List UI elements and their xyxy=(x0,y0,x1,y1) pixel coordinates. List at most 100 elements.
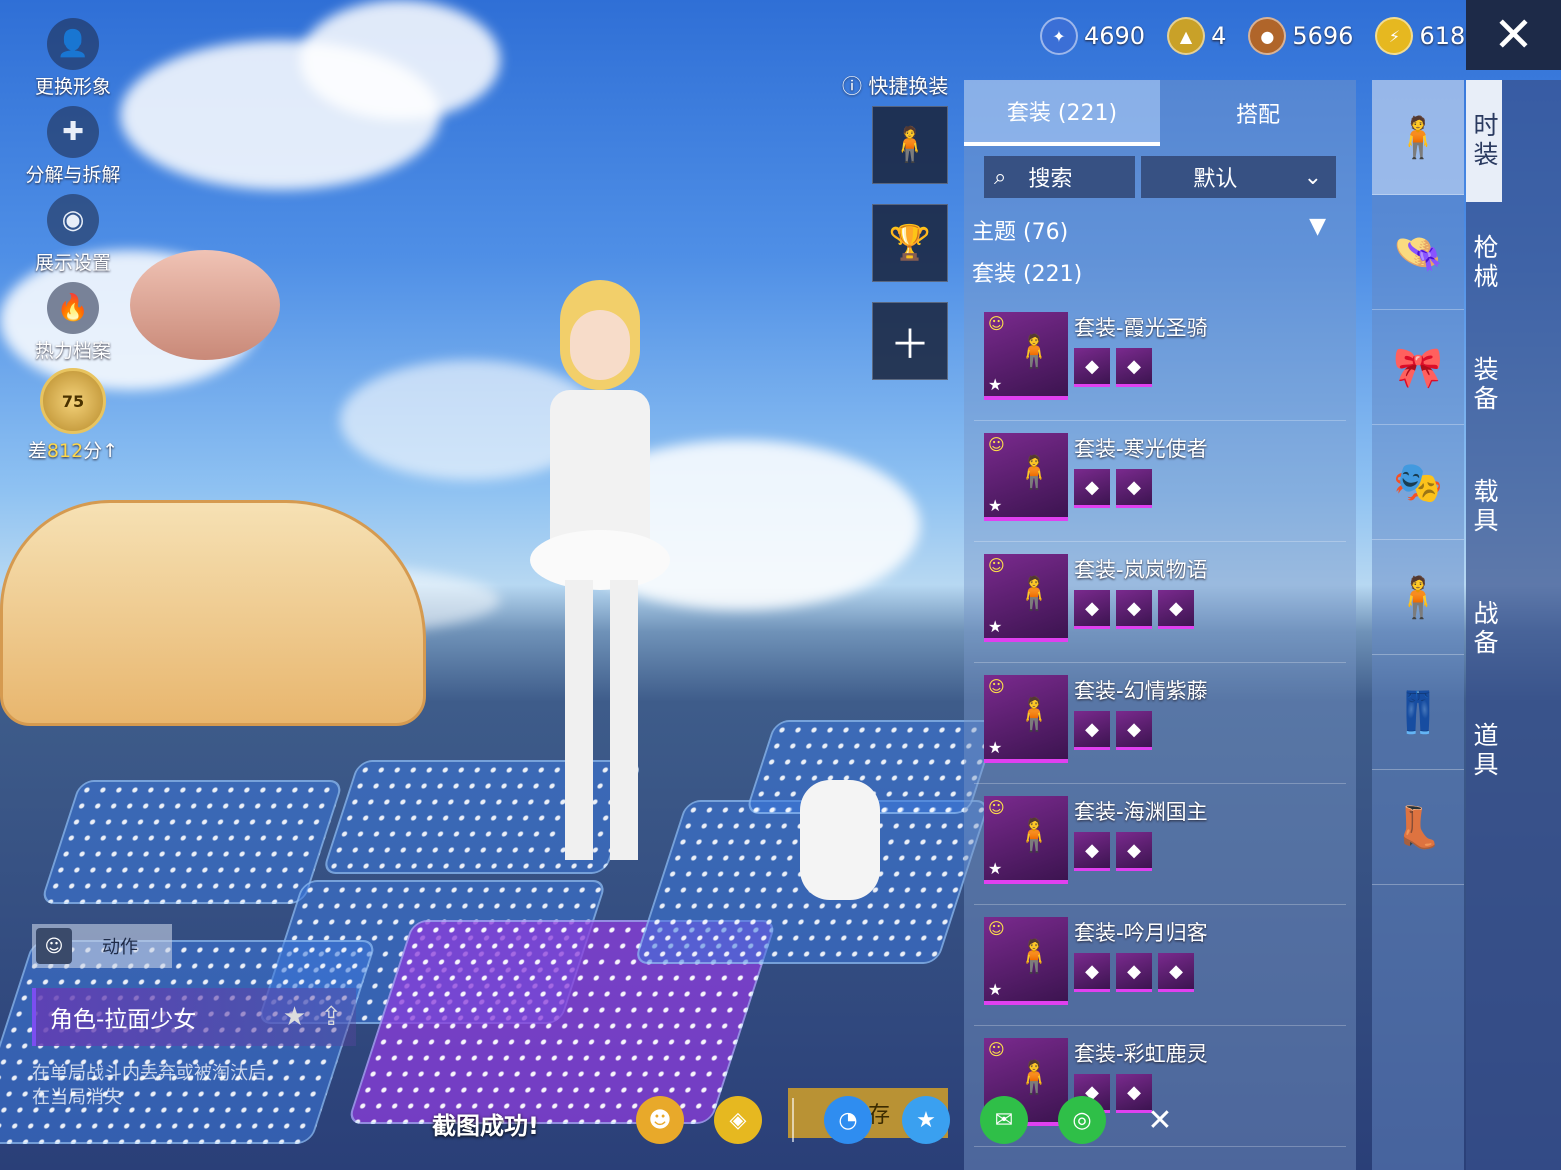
tab-match[interactable]: 搭配 xyxy=(1160,80,1356,146)
part-thumbnail[interactable]: ◆ xyxy=(1158,590,1194,629)
display-settings-button[interactable]: ◉ 展示设置 xyxy=(18,194,128,275)
category-icon-hair[interactable]: 👒 xyxy=(1372,195,1464,310)
share-profile-button[interactable]: ☻ xyxy=(636,1096,684,1144)
set-thumbnail: ☺ 🧍 ★ xyxy=(984,675,1068,763)
rank-prefix: 差 xyxy=(27,440,47,462)
arrow-up-icon: ↑ xyxy=(102,440,119,462)
part-thumbnail[interactable]: ◆ xyxy=(1074,953,1110,992)
outfit-figure-icon: 🧍 xyxy=(1014,453,1054,491)
part-thumbnail[interactable]: ◆ xyxy=(1074,711,1110,750)
close-icon: ✕ xyxy=(1147,1102,1173,1138)
rank-suffix: 分 xyxy=(83,440,103,462)
tab-sets[interactable]: 套装 (221) xyxy=(964,80,1160,146)
tab-items[interactable]: 道具 xyxy=(1466,690,1502,812)
category-icon-outfit[interactable]: 🧍 xyxy=(1372,80,1464,195)
category-icon-mask[interactable]: 🎭 xyxy=(1372,425,1464,540)
change-avatar-button[interactable]: 👤 更换形象 xyxy=(18,18,128,99)
star-icon: ★ xyxy=(988,375,1003,394)
set-thumbnail: ☺ 🧍 ★ xyxy=(984,554,1068,642)
currency-4[interactable]: ⚡ 6180 xyxy=(1375,17,1481,55)
coin-bronze-icon: ● xyxy=(1248,17,1287,55)
outfit-figure-icon: 🧍 xyxy=(1014,332,1054,370)
share-close-button[interactable]: ✕ xyxy=(1136,1096,1184,1144)
tab-fashion[interactable]: 时装 xyxy=(1466,80,1502,202)
share-qq-button[interactable]: ◔ xyxy=(824,1096,872,1144)
part-thumbnail[interactable]: ◆ xyxy=(1116,590,1152,629)
search-row: ⌕ 搜索 默认 ⌄ xyxy=(984,156,1336,198)
theme-filter[interactable]: 主题 (76) ▼ xyxy=(972,214,1326,245)
search-input[interactable]: ⌕ 搜索 xyxy=(984,156,1136,198)
pig-balloon xyxy=(130,250,280,360)
part-thumbnail[interactable]: ◆ xyxy=(1158,953,1194,992)
list-item[interactable]: ☺ 🧍 ★ 套装-海渊国主 ◆ ◆ xyxy=(974,784,1346,905)
divider xyxy=(792,1098,794,1142)
outfit-figure-icon: 🧍 xyxy=(1014,816,1054,854)
part-thumbnail[interactable]: ◆ xyxy=(1074,590,1110,629)
favorite-icon[interactable]: ★ xyxy=(283,1002,306,1032)
quick-slot-add[interactable]: ＋ xyxy=(872,302,948,380)
share-moments-button[interactable]: ◎ xyxy=(1058,1096,1106,1144)
quick-swap-title[interactable]: ⓘ 快捷换装 xyxy=(842,70,948,99)
smile-icon: ☺ xyxy=(988,1040,1005,1059)
part-thumbnail[interactable]: ◆ xyxy=(1116,953,1152,992)
list-item[interactable]: ☺ 🧍 ★ 套装-吟月归客 ◆ ◆ ◆ xyxy=(974,905,1346,1026)
share-game-button[interactable]: ◈ xyxy=(714,1096,762,1144)
eye-icon: ◉ xyxy=(47,194,99,246)
help-icon: ⓘ xyxy=(842,74,862,98)
tab-battle-prep[interactable]: 战备 xyxy=(1466,568,1502,690)
category-icon-pants[interactable]: 👖 xyxy=(1372,655,1464,770)
part-thumbnail[interactable]: ◆ xyxy=(1074,469,1110,508)
triangle-down-icon: ▼ xyxy=(1309,214,1326,239)
part-thumbnail[interactable]: ◆ xyxy=(1074,348,1110,387)
tab-vehicles[interactable]: 载具 xyxy=(1466,446,1502,568)
share-qzone-button[interactable]: ★ xyxy=(902,1096,950,1144)
close-button[interactable]: ✕ xyxy=(1466,0,1561,70)
quick-slot-outfit[interactable]: 🧍 xyxy=(872,106,948,184)
sort-dropdown[interactable]: 默认 ⌄ xyxy=(1141,156,1336,198)
quick-slot-locked[interactable]: 🏆 xyxy=(872,204,948,282)
share-icon[interactable]: ⇪ xyxy=(320,1002,342,1032)
coin-blue-icon: ✦ xyxy=(1040,17,1078,55)
category-icon-body[interactable]: 🧍 xyxy=(1372,540,1464,655)
set-thumbnail: ☺ 🧍 ★ xyxy=(984,796,1068,884)
outfit-figure-icon: 🧍 xyxy=(1014,574,1054,612)
category-tabs: 时装 枪械 装备 载具 战备 道具 xyxy=(1466,80,1561,1170)
smile-icon: ☺ xyxy=(988,919,1005,938)
part-thumbnail[interactable]: ◆ xyxy=(1074,832,1110,871)
share-wechat-button[interactable]: ✉ xyxy=(980,1096,1028,1144)
wechat-icon: ✉ xyxy=(994,1107,1014,1133)
currency-1[interactable]: ✦ 4690 xyxy=(1040,17,1145,55)
tab-equipment[interactable]: 装备 xyxy=(1466,324,1502,446)
qq-icon: ◔ xyxy=(838,1107,858,1133)
star-icon: ★ xyxy=(988,859,1003,878)
heat-archive-button[interactable]: 🔥 热力档案 xyxy=(18,282,128,363)
smile-icon: ☺ xyxy=(988,435,1005,454)
list-item[interactable]: ☺ 🧍 ★ 套装-幻情紫藤 ◆ ◆ xyxy=(974,663,1346,784)
hair-icon: 👒 xyxy=(1393,229,1443,276)
chevron-down-icon: ⌄ xyxy=(1303,164,1322,190)
part-thumbnail[interactable]: ◆ xyxy=(1116,469,1152,508)
pet-companion xyxy=(800,780,880,900)
set-thumbnail: ☺ 🧍 ★ xyxy=(984,917,1068,1005)
character-model xyxy=(520,280,680,880)
rank-badge-button[interactable]: 75 差812分↑ xyxy=(18,368,128,463)
currency-3[interactable]: ● 5696 xyxy=(1248,17,1353,55)
category-icon-shoes[interactable]: 👢 xyxy=(1372,770,1464,885)
set-thumbnail: ☺ 🧍 ★ xyxy=(984,433,1068,521)
screenshot-success-label: 截图成功! xyxy=(432,1112,539,1140)
list-item[interactable]: ☺ 🧍 ★ 套装-岚岚物语 ◆ ◆ ◆ xyxy=(974,542,1346,663)
tab-guns[interactable]: 枪械 xyxy=(1466,202,1502,324)
part-thumbnail[interactable]: ◆ xyxy=(1116,832,1152,871)
list-item[interactable]: ☺ 🧍 ★ 套装-寒光使者 ◆ ◆ xyxy=(974,421,1346,542)
star-icon: ★ xyxy=(988,738,1003,757)
category-icon-accessory[interactable]: 🎀 xyxy=(1372,310,1464,425)
currency-2[interactable]: ▲ 4 xyxy=(1167,17,1226,55)
decompose-button[interactable]: ✚ 分解与拆解 xyxy=(18,106,128,187)
part-thumbnail[interactable]: ◆ xyxy=(1116,711,1152,750)
outfit-figure-icon: 🧍 xyxy=(1393,114,1443,161)
category-icon-column: 🧍 👒 🎀 🎭 🧍 👖 👢 xyxy=(1372,80,1464,1170)
role-bar: 角色-拉面少女 ★ ⇪ xyxy=(32,988,356,1046)
list-item[interactable]: ☺ 🧍 ★ 套装-霞光圣骑 ◆ ◆ xyxy=(974,300,1346,421)
action-button[interactable]: ☺ 动作 xyxy=(32,924,172,968)
part-thumbnail[interactable]: ◆ xyxy=(1116,348,1152,387)
